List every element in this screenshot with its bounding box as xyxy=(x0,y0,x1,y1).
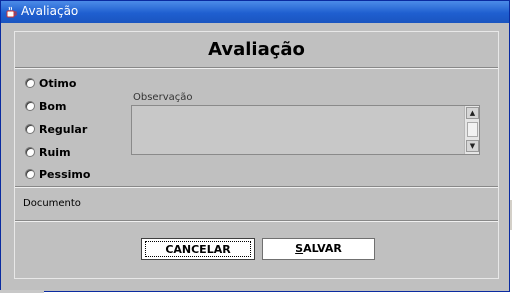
evaluation-window: Avaliação Avaliação Otimo Bom Regular Ru… xyxy=(0,0,510,292)
java-cup-icon xyxy=(6,6,17,18)
window-title: Avaliação xyxy=(21,4,79,18)
title-bar[interactable]: Avaliação xyxy=(1,1,509,23)
observation-label: Observação xyxy=(133,92,193,103)
page-title: Avaliação xyxy=(208,39,305,60)
radio-bom[interactable]: Bom xyxy=(25,99,66,113)
document-label: Documento xyxy=(23,198,81,209)
radio-button[interactable] xyxy=(25,124,35,134)
radio-pessimo[interactable]: Pessimo xyxy=(25,167,90,181)
radio-button[interactable] xyxy=(25,169,35,179)
radio-regular[interactable]: Regular xyxy=(25,122,87,136)
vertical-scrollbar[interactable]: ▲ ▼ xyxy=(464,106,479,154)
divider xyxy=(15,67,498,69)
scroll-thumb[interactable] xyxy=(467,122,478,137)
save-button[interactable]: SALVAR xyxy=(262,238,375,260)
radio-button[interactable] xyxy=(25,78,35,88)
radio-label: Ruim xyxy=(39,145,71,159)
radio-otimo[interactable]: Otimo xyxy=(25,76,76,90)
form-panel: Avaliação Otimo Bom Regular Ruim Pessimo… xyxy=(14,31,499,279)
scroll-down-button[interactable]: ▼ xyxy=(466,140,479,152)
cancel-button-label: CANCELAR xyxy=(145,241,251,257)
radio-label: Otimo xyxy=(39,76,77,90)
divider xyxy=(15,186,498,188)
cancel-button[interactable]: CANCELAR xyxy=(141,238,255,260)
radio-button[interactable] xyxy=(25,101,35,111)
divider xyxy=(15,220,498,222)
save-mnemonic: S xyxy=(295,242,304,255)
radio-label: Regular xyxy=(39,122,88,136)
observation-textarea[interactable]: ▲ ▼ xyxy=(131,105,480,155)
scroll-up-button[interactable]: ▲ xyxy=(466,107,479,119)
radio-label: Pessimo xyxy=(39,167,91,181)
radio-button[interactable] xyxy=(25,147,35,157)
radio-ruim[interactable]: Ruim xyxy=(25,145,71,159)
save-button-label: ALVAR xyxy=(303,242,342,255)
radio-label: Bom xyxy=(39,99,67,113)
